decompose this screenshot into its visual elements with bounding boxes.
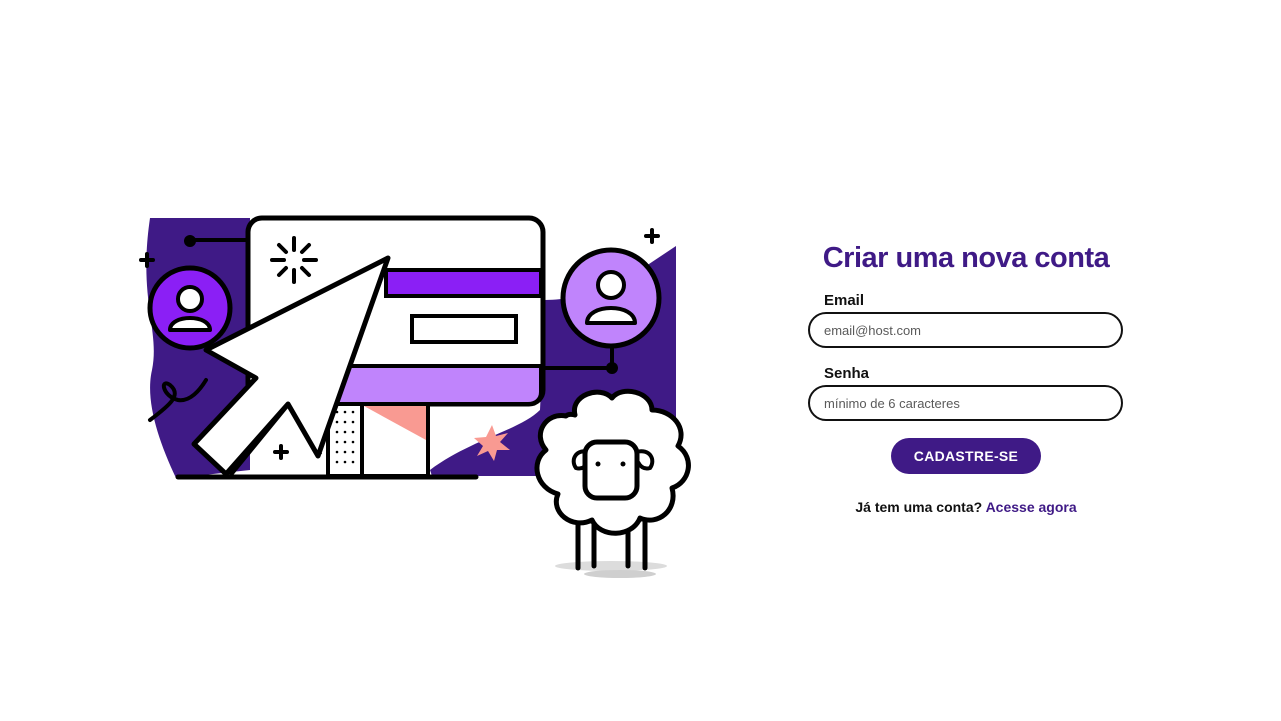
signup-button[interactable]: CADASTRE-SE — [891, 438, 1041, 474]
email-field[interactable] — [808, 312, 1123, 348]
signup-illustration — [139, 215, 691, 578]
connector-left — [188, 238, 246, 242]
user-avatar-icon — [147, 265, 233, 351]
login-prompt-line: Já tem uma conta? Acesse agora — [808, 499, 1124, 515]
submit-container: CADASTRE-SE — [808, 438, 1124, 474]
sheep-mascot — [534, 388, 691, 578]
user-avatar-icon-right — [560, 247, 662, 349]
login-link[interactable]: Acesse agora — [986, 499, 1077, 515]
signup-page: Criar uma nova conta Email Senha CADASTR… — [0, 0, 1281, 721]
email-label: Email — [824, 292, 865, 309]
signup-form: Criar uma nova conta Email Senha CADASTR… — [808, 238, 1124, 515]
window-input-box — [410, 314, 518, 344]
password-label: Senha — [824, 365, 870, 382]
form-title: Criar uma nova conta — [822, 242, 1110, 274]
window-purple-bar — [384, 268, 543, 298]
password-field[interactable] — [808, 385, 1123, 421]
login-prompt-text: Já tem uma conta? — [855, 499, 983, 515]
